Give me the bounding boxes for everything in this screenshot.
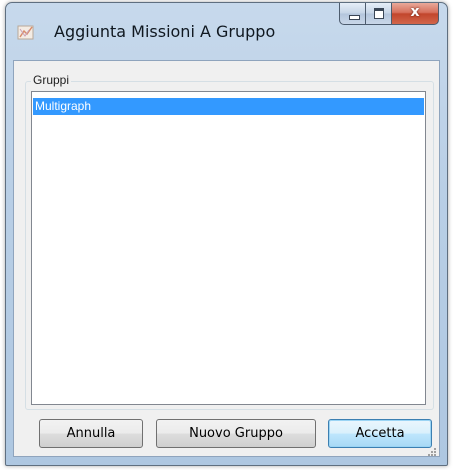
resize-grip[interactable]	[427, 444, 437, 456]
minimize-button[interactable]	[339, 3, 366, 25]
maximize-button[interactable]	[366, 3, 392, 25]
caption-buttons: x	[339, 3, 439, 26]
maximize-icon	[374, 8, 384, 19]
application-icon	[17, 24, 35, 42]
new-group-button[interactable]: Nuovo Gruppo	[156, 419, 316, 448]
title-bar[interactable]: Aggiunta Missioni A Gruppo x	[6, 3, 447, 59]
cancel-button[interactable]: Annulla	[39, 419, 143, 448]
accept-button[interactable]: Accetta	[328, 419, 432, 448]
close-button[interactable]: x	[392, 3, 439, 25]
window-title: Aggiunta Missioni A Gruppo	[54, 22, 276, 41]
groups-label: Gruppi	[31, 73, 72, 87]
close-icon: x	[410, 4, 420, 20]
dialog-window: Aggiunta Missioni A Gruppo x Gruppi Mult…	[5, 2, 448, 466]
minimize-icon	[349, 15, 360, 20]
dialog-client-area: Gruppi Multigraph Annulla Nuovo Gruppo A…	[13, 60, 440, 457]
list-item[interactable]: Multigraph	[33, 98, 424, 115]
groups-listbox[interactable]: Multigraph	[31, 91, 426, 405]
